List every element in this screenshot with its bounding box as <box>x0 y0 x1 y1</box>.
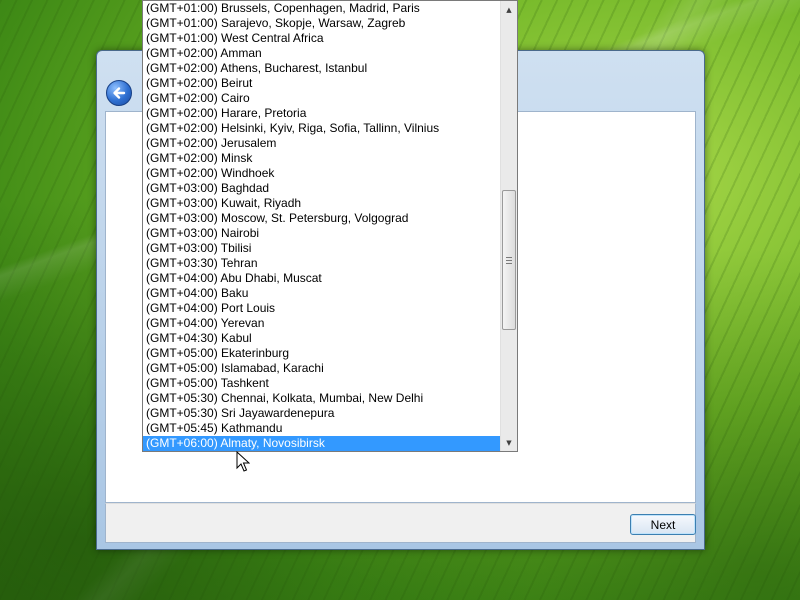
grip-icon <box>506 256 512 264</box>
scroll-up-button[interactable]: ▲ <box>501 1 517 18</box>
scroll-down-arrow-icon: ▼ <box>506 438 512 447</box>
back-arrow-icon <box>113 87 126 99</box>
back-button[interactable] <box>106 80 132 106</box>
timezone-items: (GMT+01:00) Brussels, Copenhagen, Madrid… <box>143 1 501 451</box>
list-item[interactable]: (GMT+05:30) Sri Jayawardenepura <box>143 406 501 421</box>
list-item[interactable]: (GMT+03:00) Moscow, St. Petersburg, Volg… <box>143 211 501 226</box>
list-item[interactable]: (GMT+02:00) Helsinki, Kyiv, Riga, Sofia,… <box>143 121 501 136</box>
list-item[interactable]: (GMT+05:30) Chennai, Kolkata, Mumbai, Ne… <box>143 391 501 406</box>
list-item[interactable]: (GMT+03:00) Kuwait, Riyadh <box>143 196 501 211</box>
list-item[interactable]: (GMT+02:00) Amman <box>143 46 501 61</box>
scroll-down-button[interactable]: ▼ <box>501 434 517 451</box>
list-item[interactable]: (GMT+03:00) Nairobi <box>143 226 501 241</box>
list-item[interactable]: (GMT+05:00) Tashkent <box>143 376 501 391</box>
next-button[interactable]: Next <box>630 514 696 535</box>
list-item[interactable]: (GMT+01:00) Brussels, Copenhagen, Madrid… <box>143 1 501 16</box>
mouse-pointer-icon <box>236 451 250 472</box>
list-item-selected[interactable]: (GMT+06:00) Almaty, Novosibirsk <box>143 436 501 451</box>
list-item[interactable]: (GMT+01:00) West Central Africa <box>143 31 501 46</box>
list-item[interactable]: (GMT+04:00) Abu Dhabi, Muscat <box>143 271 501 286</box>
list-item[interactable]: (GMT+04:00) Yerevan <box>143 316 501 331</box>
list-item[interactable]: (GMT+02:00) Beirut <box>143 76 501 91</box>
list-item[interactable]: (GMT+05:00) Islamabad, Karachi <box>143 361 501 376</box>
list-item[interactable]: (GMT+03:00) Tbilisi <box>143 241 501 256</box>
list-item[interactable]: (GMT+02:00) Athens, Bucharest, Istanbul <box>143 61 501 76</box>
timezone-dropdown-list[interactable]: (GMT+01:00) Brussels, Copenhagen, Madrid… <box>142 0 518 452</box>
list-item[interactable]: (GMT+02:00) Harare, Pretoria <box>143 106 501 121</box>
dialog-footer: Next <box>105 503 696 543</box>
list-item[interactable]: (GMT+03:00) Baghdad <box>143 181 501 196</box>
list-item[interactable]: (GMT+04:30) Kabul <box>143 331 501 346</box>
list-item[interactable]: (GMT+02:00) Minsk <box>143 151 501 166</box>
list-item[interactable]: (GMT+01:00) Sarajevo, Skopje, Warsaw, Za… <box>143 16 501 31</box>
list-item[interactable]: (GMT+02:00) Cairo <box>143 91 501 106</box>
list-item[interactable]: (GMT+02:00) Windhoek <box>143 166 501 181</box>
list-item[interactable]: (GMT+04:00) Port Louis <box>143 301 501 316</box>
list-item[interactable]: (GMT+05:00) Ekaterinburg <box>143 346 501 361</box>
list-scrollbar[interactable]: ▲ ▼ <box>500 1 517 451</box>
list-item[interactable]: (GMT+04:00) Baku <box>143 286 501 301</box>
scrollbar-thumb[interactable] <box>502 190 516 330</box>
scroll-up-arrow-icon: ▲ <box>506 5 512 14</box>
list-item[interactable]: (GMT+03:30) Tehran <box>143 256 501 271</box>
list-item[interactable]: (GMT+05:45) Kathmandu <box>143 421 501 436</box>
list-item[interactable]: (GMT+02:00) Jerusalem <box>143 136 501 151</box>
